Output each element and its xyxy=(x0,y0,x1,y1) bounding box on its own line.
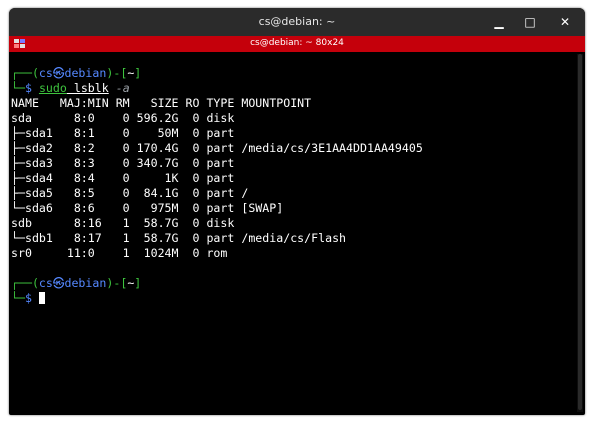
command-args: lsblk xyxy=(66,81,109,95)
input-line[interactable]: └─$ xyxy=(11,291,571,306)
tab-title[interactable]: cs@debian: ~ 80x24 xyxy=(9,38,585,48)
prompt-header: ┌──(cs㉿debian)-[~] xyxy=(11,66,142,80)
terminal-window: cs@debian: ~ ▁ □ ✕ cs@debian: ~ 80x24 ┌─… xyxy=(9,8,585,415)
close-button[interactable]: ✕ xyxy=(555,12,575,32)
scrollbar[interactable] xyxy=(577,54,583,412)
output-row: ├─sda4 8:4 0 1K 0 part xyxy=(11,171,235,185)
output-row: ├─sda1 8:1 0 50M 0 part xyxy=(11,126,235,140)
maximize-button[interactable]: □ xyxy=(520,12,540,32)
output-row: sr0 11:0 1 1024M 0 rom xyxy=(11,246,228,260)
command-line: └─$ sudo lsblk -a xyxy=(11,81,130,95)
output-row: ├─sda3 8:3 0 340.7G 0 part xyxy=(11,156,235,170)
output-row: sda 8:0 0 596.2G 0 disk xyxy=(11,111,235,125)
command-name: sudo xyxy=(38,81,67,95)
output-header: NAME MAJ:MIN RM SIZE RO TYPE MOUNTPOINT xyxy=(11,96,312,110)
prompt-header: ┌──(cs㉿debian)-[~] xyxy=(11,276,142,290)
scrollbar-thumb[interactable] xyxy=(578,54,582,410)
minimize-button[interactable]: ▁ xyxy=(489,12,509,32)
output-row: ├─sda2 8:2 0 170.4G 0 part /media/cs/3E1… xyxy=(11,141,423,155)
output-row: sdb 8:16 1 58.7G 0 disk xyxy=(11,216,235,230)
output-row: └─sdb1 8:17 1 58.7G 0 part /media/cs/Fla… xyxy=(11,231,347,245)
command-flag: -a xyxy=(108,81,130,95)
terminal-output[interactable]: ┌──(cs㉿debian)-[~] └─$ sudo lsblk -a NAM… xyxy=(11,66,571,411)
output-row: └─sda6 8:6 0 975M 0 part [SWAP] xyxy=(11,201,284,215)
text-cursor xyxy=(38,292,45,304)
output-row: ├─sda5 8:5 0 84.1G 0 part / xyxy=(11,186,249,200)
prompt-user: cs㉿debian xyxy=(38,66,107,80)
prompt-user: cs㉿debian xyxy=(38,276,107,290)
title-bar[interactable]: cs@debian: ~ ▁ □ ✕ xyxy=(9,8,585,36)
tab-bar[interactable]: cs@debian: ~ 80x24 xyxy=(9,36,585,52)
